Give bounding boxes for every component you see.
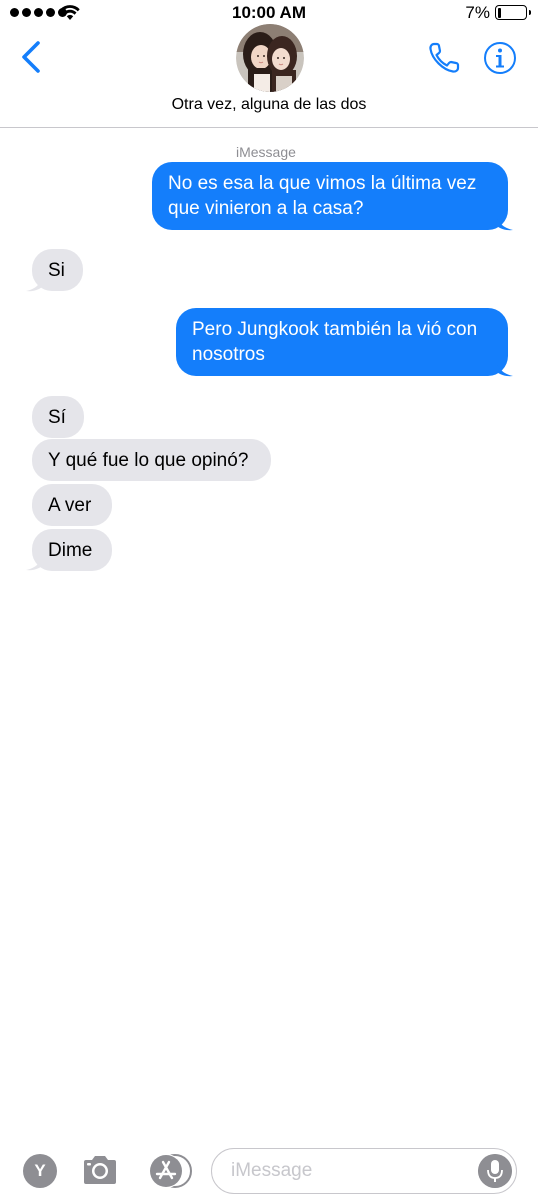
message-text: Si xyxy=(48,260,65,281)
service-label: iMessage xyxy=(236,144,296,160)
message-bubble-incoming[interactable]: Sí xyxy=(32,396,84,438)
message-bubble-outgoing[interactable]: Pero Jungkook también la vió con nosotro… xyxy=(176,308,508,376)
message-bubble-outgoing[interactable]: No es esa la que vimos la última vez que… xyxy=(152,162,508,230)
message-text-line: Pero Jungkook también la vió con xyxy=(192,319,478,340)
status-bar: 10:00 AM 7% xyxy=(0,0,538,26)
app-drawer-button[interactable]: Y xyxy=(23,1154,57,1188)
camera-icon[interactable] xyxy=(80,1152,120,1188)
message-input-bar: Y xyxy=(0,1140,538,1199)
contact-avatar[interactable] xyxy=(236,24,304,92)
battery-level-fill xyxy=(497,7,501,18)
message-text: Dime xyxy=(48,540,93,561)
message-bubble-incoming[interactable]: Y qué fue lo que opinó? xyxy=(32,439,271,481)
bubble-tail xyxy=(495,212,513,231)
bubble-tail xyxy=(26,273,44,292)
messages-screen: 10:00 AM 7% Otra vez, alguna de las dos … xyxy=(0,0,538,1199)
message-text: A ver xyxy=(48,495,92,516)
message-text-line: nosotros xyxy=(192,344,265,365)
phone-icon[interactable] xyxy=(426,40,462,76)
bubble-tail xyxy=(26,552,44,571)
message-bubble-incoming[interactable]: A ver xyxy=(32,484,112,526)
message-input[interactable] xyxy=(211,1148,517,1194)
battery-icon xyxy=(495,5,531,20)
conversation-header: Otra vez, alguna de las dos xyxy=(0,24,538,128)
battery-percent: 7% xyxy=(465,3,490,22)
message-text: Y qué fue lo que opinó? xyxy=(48,450,249,471)
microphone-icon[interactable] xyxy=(478,1154,512,1188)
contact-name[interactable]: Otra vez, alguna de las dos xyxy=(0,96,538,114)
message-text-line: que vinieron a la casa? xyxy=(168,198,364,219)
bubble-tail xyxy=(495,358,513,377)
status-time: 10:00 AM xyxy=(231,3,306,22)
info-icon[interactable] xyxy=(483,41,517,75)
app-store-icon[interactable] xyxy=(144,1153,192,1189)
message-text-line: No es esa la que vimos la última vez xyxy=(168,173,477,194)
message-bubble-incoming[interactable]: Dime xyxy=(32,529,112,571)
message-text: Sí xyxy=(48,407,66,428)
back-chevron-icon[interactable] xyxy=(18,40,44,74)
